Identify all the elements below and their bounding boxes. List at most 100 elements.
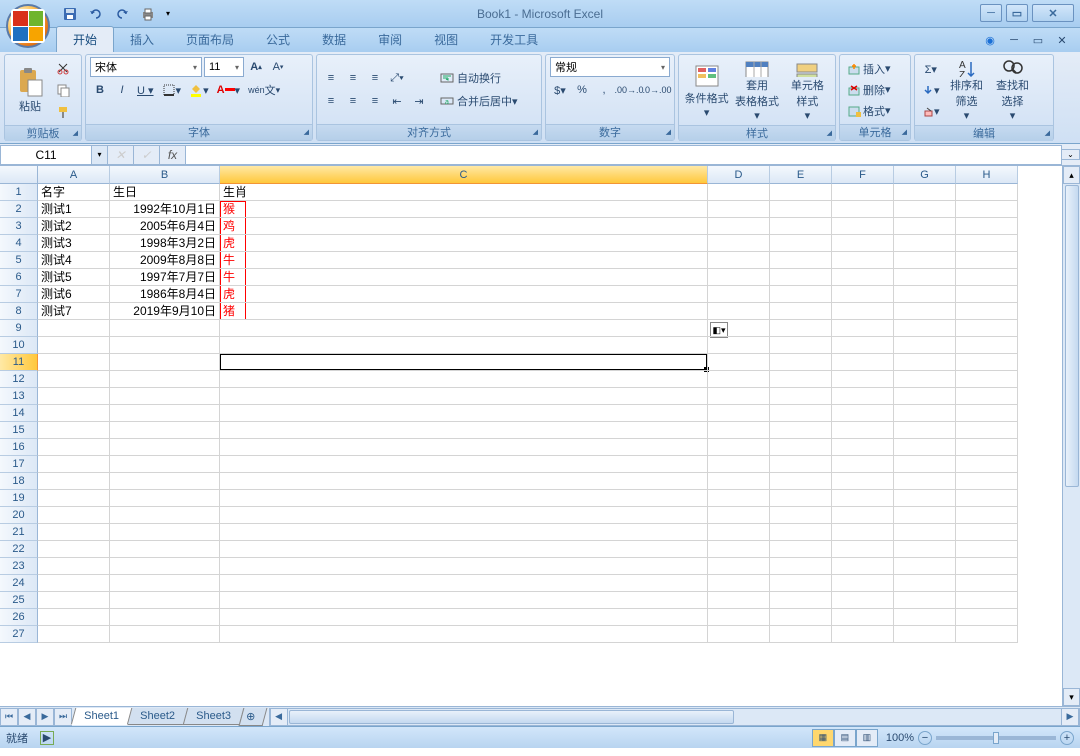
row-header-24[interactable]: 24 xyxy=(0,575,38,592)
cell-A6[interactable]: 测试5 xyxy=(38,269,110,286)
minimize-button[interactable]: ─ xyxy=(980,4,1002,22)
fill-button[interactable]: ▾ xyxy=(919,80,943,100)
cell-A3[interactable]: 测试2 xyxy=(38,218,110,235)
tab-formula[interactable]: 公式 xyxy=(250,27,306,52)
new-sheet-button[interactable]: ⊕ xyxy=(238,708,267,726)
find-select-button[interactable]: 查找和 选择▾ xyxy=(991,57,1035,123)
font-name-combo[interactable]: 宋体▾ xyxy=(90,57,202,77)
scroll-up-button[interactable]: ▴ xyxy=(1063,166,1080,184)
accounting-format-button[interactable]: $▾ xyxy=(550,80,570,100)
row-header-20[interactable]: 20 xyxy=(0,507,38,524)
row-header-22[interactable]: 22 xyxy=(0,541,38,558)
doc-restore-button[interactable]: ▭ xyxy=(1028,30,1048,50)
scroll-right-button[interactable]: ▶ xyxy=(1061,708,1079,726)
cells-area[interactable]: ◧▾ 名字生日生肖测试11992年10月1日猴测试22005年6月4日鸡测试31… xyxy=(38,184,1062,706)
col-header-B[interactable]: B xyxy=(110,166,220,184)
scroll-down-button[interactable]: ▾ xyxy=(1063,688,1080,706)
cell-A7[interactable]: 测试6 xyxy=(38,286,110,303)
tab-data[interactable]: 数据 xyxy=(306,27,362,52)
align-center-button[interactable]: ≡ xyxy=(343,91,363,111)
scroll-left-button[interactable]: ◀ xyxy=(270,708,288,726)
percent-format-button[interactable]: % xyxy=(572,80,592,100)
prev-sheet-button[interactable]: ◀ xyxy=(18,708,36,726)
cell-B2[interactable]: 1992年10月1日 xyxy=(110,201,220,218)
cell-B1[interactable]: 生日 xyxy=(110,184,220,201)
formula-expand-button[interactable]: ⌄ xyxy=(1062,149,1080,160)
row-header-4[interactable]: 4 xyxy=(0,235,38,252)
cell-A8[interactable]: 测试7 xyxy=(38,303,110,320)
copy-button[interactable] xyxy=(53,80,73,100)
row-header-10[interactable]: 10 xyxy=(0,337,38,354)
vertical-scrollbar[interactable]: ▴ ▾ xyxy=(1062,166,1080,706)
border-button[interactable]: ▾ xyxy=(159,80,185,100)
format-cells-button[interactable]: 格式▾ xyxy=(844,101,906,121)
insert-cells-button[interactable]: 插入▾ xyxy=(844,59,906,79)
align-top-button[interactable]: ≡ xyxy=(321,68,341,88)
first-sheet-button[interactable]: ⏮ xyxy=(0,708,18,726)
phonetic-button[interactable]: wén文▾ xyxy=(245,80,283,100)
col-header-D[interactable]: D xyxy=(708,166,770,184)
row-header-5[interactable]: 5 xyxy=(0,252,38,269)
row-header-14[interactable]: 14 xyxy=(0,405,38,422)
row-header-9[interactable]: 9 xyxy=(0,320,38,337)
tab-developer[interactable]: 开发工具 xyxy=(474,27,554,52)
row-header-13[interactable]: 13 xyxy=(0,388,38,405)
zoom-percent[interactable]: 100% xyxy=(886,732,914,744)
row-header-6[interactable]: 6 xyxy=(0,269,38,286)
tab-home[interactable]: 开始 xyxy=(56,26,114,52)
shrink-font-button[interactable]: A▾ xyxy=(268,57,288,77)
select-all-corner[interactable] xyxy=(0,166,38,184)
insert-function-button[interactable]: fx xyxy=(160,145,186,165)
row-header-8[interactable]: 8 xyxy=(0,303,38,320)
row-header-19[interactable]: 19 xyxy=(0,490,38,507)
autosum-button[interactable]: Σ▾ xyxy=(919,59,943,79)
clear-button[interactable]: ▾ xyxy=(919,101,943,121)
wrap-text-button[interactable]: 自动换行 xyxy=(437,68,529,88)
conditional-format-button[interactable]: 条件格式▾ xyxy=(683,57,730,123)
align-middle-button[interactable]: ≡ xyxy=(343,68,363,88)
name-box-dropdown[interactable]: ▾ xyxy=(92,145,108,165)
zoom-thumb[interactable] xyxy=(993,732,999,744)
cell-A1[interactable]: 名字 xyxy=(38,184,110,201)
save-button[interactable] xyxy=(58,3,82,25)
maximize-button[interactable]: ▭ xyxy=(1006,4,1028,22)
format-painter-button[interactable] xyxy=(53,102,73,122)
sheet-tab-sheet3[interactable]: Sheet3 xyxy=(182,708,243,725)
row-header-17[interactable]: 17 xyxy=(0,456,38,473)
view-normal-button[interactable]: ▦ xyxy=(812,729,834,747)
row-header-23[interactable]: 23 xyxy=(0,558,38,575)
tab-review[interactable]: 审阅 xyxy=(362,27,418,52)
align-right-button[interactable]: ≡ xyxy=(365,91,385,111)
cell-A5[interactable]: 测试4 xyxy=(38,252,110,269)
tab-layout[interactable]: 页面布局 xyxy=(170,27,250,52)
last-sheet-button[interactable]: ⏭ xyxy=(54,708,72,726)
format-table-button[interactable]: 套用 表格格式▾ xyxy=(732,57,781,123)
row-header-3[interactable]: 3 xyxy=(0,218,38,235)
tab-insert[interactable]: 插入 xyxy=(114,27,170,52)
delete-cells-button[interactable]: 删除▾ xyxy=(844,80,906,100)
cell-B8[interactable]: 2019年9月10日 xyxy=(110,303,220,320)
doc-minimize-button[interactable]: ─ xyxy=(1004,30,1024,50)
col-header-C[interactable]: C xyxy=(220,166,708,184)
cell-C3[interactable]: 鸡 xyxy=(220,218,708,235)
cell-B3[interactable]: 2005年6月4日 xyxy=(110,218,220,235)
comma-format-button[interactable]: , xyxy=(594,80,614,100)
cell-C6[interactable]: 牛 xyxy=(220,269,708,286)
underline-button[interactable]: U ▾ xyxy=(134,80,157,100)
vscroll-thumb[interactable] xyxy=(1065,185,1079,487)
doc-close-button[interactable]: ✕ xyxy=(1052,30,1072,50)
grow-font-button[interactable]: A▴ xyxy=(246,57,266,77)
row-header-18[interactable]: 18 xyxy=(0,473,38,490)
increase-decimal-button[interactable]: .00→.0 xyxy=(616,80,642,100)
cell-A2[interactable]: 测试1 xyxy=(38,201,110,218)
cell-styles-button[interactable]: 单元格 样式▾ xyxy=(784,57,831,123)
row-header-1[interactable]: 1 xyxy=(0,184,38,201)
row-header-21[interactable]: 21 xyxy=(0,524,38,541)
sheet-tab-sheet1[interactable]: Sheet1 xyxy=(71,708,132,725)
font-color-button[interactable]: A▾ xyxy=(214,80,243,100)
zoom-in-button[interactable]: + xyxy=(1060,731,1074,745)
close-button[interactable]: ✕ xyxy=(1032,4,1074,22)
paste-button[interactable]: 粘贴 xyxy=(9,57,51,123)
print-button[interactable] xyxy=(136,3,160,25)
cell-A4[interactable]: 测试3 xyxy=(38,235,110,252)
